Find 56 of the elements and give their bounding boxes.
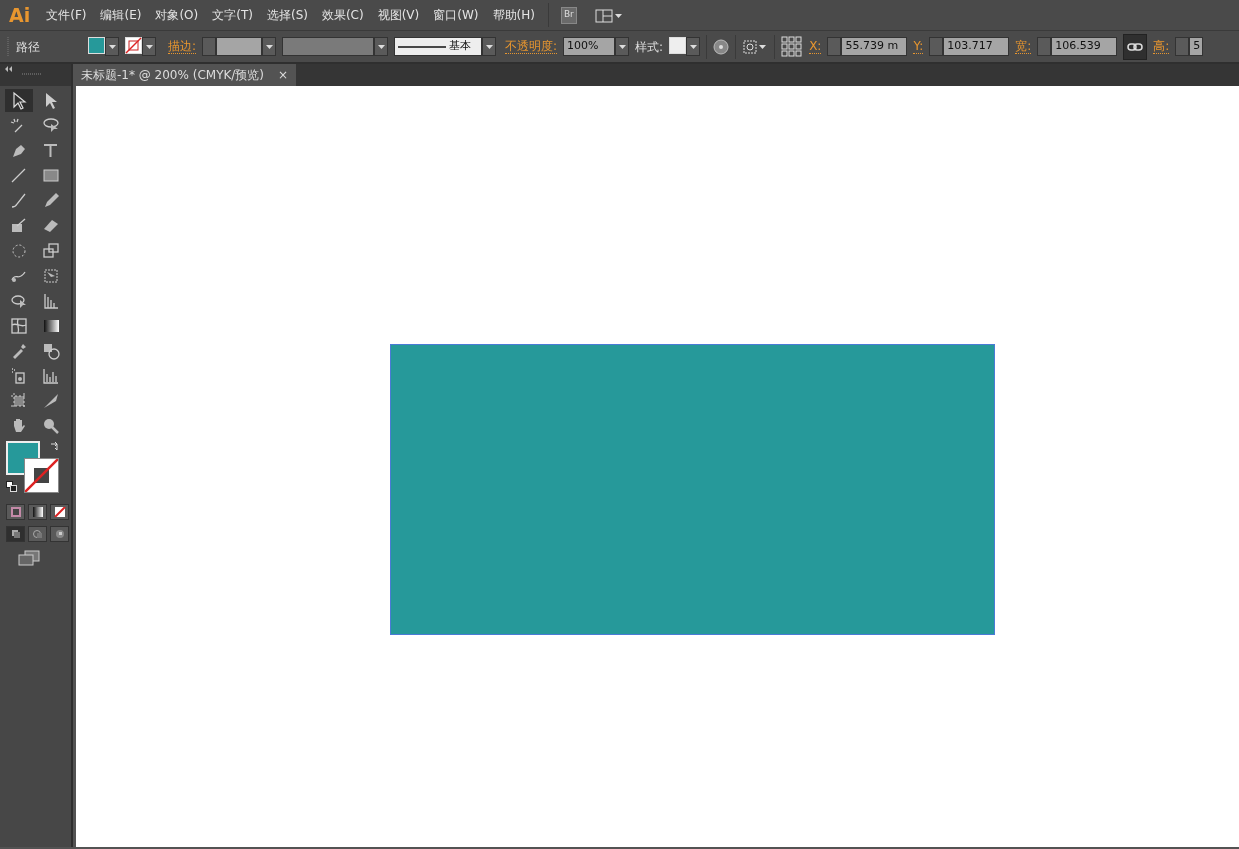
menu-item[interactable]: 选择(S): [259, 6, 315, 24]
swap-arrow-icon[interactable]: [49, 441, 60, 452]
fill-stroke-swatch-drawing[interactable]: [6, 441, 59, 493]
menu-item[interactable]: 对象(O): [148, 6, 206, 24]
style-label: 样式:: [635, 38, 664, 56]
coordinate-field[interactable]: 103.717: [943, 37, 1010, 56]
caret-icon: [265, 44, 273, 49]
stroke-line-icon: [398, 44, 447, 49]
caret-icon: [618, 44, 626, 49]
workspace-switcher-icon[interactable]: [594, 6, 623, 24]
menu-item[interactable]: 文字(T): [205, 6, 260, 24]
object-type-label: 路径: [16, 38, 40, 56]
recolor-icon[interactable]: [713, 38, 730, 55]
field-label: X:: [809, 39, 822, 54]
align-selection-icon[interactable]: [742, 38, 769, 55]
caret-icon: [485, 44, 493, 49]
menu-item[interactable]: 效果(C): [314, 6, 371, 24]
menu-item[interactable]: 窗口(W): [426, 6, 486, 24]
caret-icon: [108, 44, 116, 49]
dropdown-button[interactable]: [262, 37, 277, 56]
dropdown-button[interactable]: [482, 37, 497, 56]
menu-item[interactable]: 帮助(H): [485, 6, 542, 24]
fill-color-swatch[interactable]: [88, 37, 105, 54]
dropdown-button[interactable]: [105, 37, 119, 56]
opacity-label[interactable]: 不透明度:: [505, 39, 558, 54]
reference-point-icon[interactable]: [781, 35, 804, 58]
app-logo: Ai: [8, 2, 32, 28]
bridge-button[interactable]: Br: [560, 6, 577, 24]
graphic-style-swatch[interactable]: [669, 37, 687, 54]
close-tab-button[interactable]: ×: [278, 66, 289, 84]
field-label: 宽:: [1015, 39, 1032, 54]
field-label: 高:: [1153, 39, 1170, 54]
screen-mode-icon[interactable]: [18, 549, 40, 566]
caret-icon: [689, 44, 697, 49]
link-icon[interactable]: [1127, 41, 1144, 53]
menu-item[interactable]: 编辑(E): [93, 6, 149, 24]
dropdown-button[interactable]: [615, 37, 630, 56]
grip-icon[interactable]: [22, 72, 42, 76]
coordinate-field[interactable]: 106.539: [1051, 37, 1118, 56]
caret-icon: [145, 44, 153, 49]
dropdown-button[interactable]: [142, 37, 156, 56]
document-tab[interactable]: 未标题-1* @ 200% (CMYK/预览): [81, 66, 265, 84]
coordinate-field[interactable]: 5: [1189, 37, 1204, 56]
coordinate-field[interactable]: 55.739 m: [841, 37, 908, 56]
menu-item[interactable]: 视图(V): [370, 6, 427, 24]
stroke-weight-field[interactable]: [216, 37, 263, 56]
field-label: Y:: [913, 39, 924, 54]
stroke-label[interactable]: 描边:: [168, 39, 197, 54]
opacity-field[interactable]: 100%: [563, 37, 616, 56]
collapse-arrows-icon[interactable]: [4, 66, 13, 72]
dropdown-button[interactable]: [686, 37, 701, 56]
default-colors-icon[interactable]: [6, 481, 17, 492]
menu-item[interactable]: 文件(F): [39, 6, 94, 24]
dropdown-button[interactable]: [374, 37, 389, 56]
stroke-none-swatch[interactable]: [125, 37, 142, 54]
caret-icon: [377, 44, 385, 49]
